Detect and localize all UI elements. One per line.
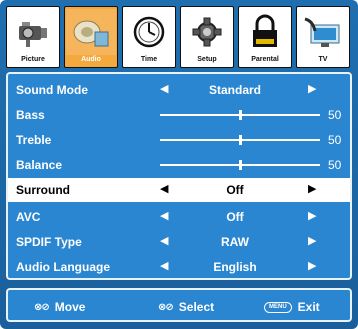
menu-row-bass[interactable]: Bass 50: [8, 103, 350, 127]
menu-row-label: Audio Language: [16, 260, 110, 274]
menu-row-label: Surround: [16, 183, 70, 197]
hint-select-label: Select: [178, 300, 215, 314]
arrow-left-icon[interactable]: ◀: [160, 209, 168, 222]
arrow-right-icon[interactable]: ▶: [308, 234, 316, 247]
tab-label: TV: [318, 56, 328, 63]
tab-audio[interactable]: Audio: [64, 6, 118, 68]
tab-label: Time: [140, 56, 158, 63]
menu-row-audio-language[interactable]: Audio Language ◀ English ▶: [8, 255, 350, 279]
arrow-left-icon[interactable]: ◀: [160, 234, 168, 247]
tab-label: Audio: [81, 56, 101, 63]
hint-move: ⊗⊘ Move: [34, 300, 85, 314]
tab-tv[interactable]: TV: [296, 6, 350, 68]
tv-osd-frame: Picture Audio Time Setup Parental TV Sou…: [0, 0, 358, 329]
arrow-left-icon[interactable]: ◀: [160, 259, 168, 272]
menu-row-value: 50: [328, 108, 342, 122]
slider-thumb[interactable]: [239, 160, 242, 170]
gear-icon: [182, 9, 232, 55]
menu-row-label: Treble: [16, 133, 52, 147]
hint-exit: MENU Exit: [264, 300, 320, 314]
slider-thumb[interactable]: [239, 135, 242, 145]
slider-thumb[interactable]: [239, 110, 242, 120]
menu-key-icon: MENU: [264, 301, 292, 313]
arrow-right-icon[interactable]: ▶: [308, 182, 316, 195]
hint-exit-label: Exit: [297, 300, 320, 314]
menu-row-label: Sound Mode: [16, 83, 88, 97]
tab-label: Setup: [197, 56, 217, 63]
tab-parental[interactable]: Parental: [238, 6, 292, 68]
tab-picture[interactable]: Picture: [6, 6, 60, 68]
arrow-right-icon[interactable]: ▶: [308, 259, 316, 272]
satellite-dish-icon: [298, 9, 348, 55]
menu-row-value: 50: [328, 158, 342, 172]
up-down-icon: ⊗⊘: [34, 301, 50, 313]
menu-row-sound-mode[interactable]: Sound Mode ◀ Standard ▶: [8, 78, 350, 102]
menu-row-value: 50: [328, 133, 342, 147]
menu-row-value: RAW: [221, 235, 249, 249]
tab-label: Parental: [251, 56, 279, 63]
key-hint-bar: ⊗⊘ Move ⊗⊘ Select MENU Exit: [6, 288, 352, 322]
tab-label: Picture: [21, 56, 45, 63]
speaker-icon: [66, 9, 116, 55]
arrow-left-icon[interactable]: ◀: [160, 82, 168, 95]
lock-icon: [240, 9, 290, 55]
hint-move-label: Move: [54, 300, 86, 314]
audio-settings-panel: Sound Mode ◀ Standard ▶ Bass 50 Treble 5…: [6, 72, 352, 280]
clock-icon: [124, 9, 174, 55]
menu-row-spdif-type[interactable]: SPDIF Type ◀ RAW ▶: [8, 230, 350, 254]
menu-row-avc[interactable]: AVC ◀ Off ▶: [8, 205, 350, 229]
left-right-icon: ⊗⊘: [158, 301, 174, 313]
menu-row-value: Off: [226, 210, 244, 224]
menu-row-label: SPDIF Type: [16, 235, 82, 249]
hint-select: ⊗⊘ Select: [158, 300, 214, 314]
arrow-right-icon[interactable]: ▶: [308, 82, 316, 95]
arrow-right-icon[interactable]: ▶: [308, 209, 316, 222]
tab-time[interactable]: Time: [122, 6, 176, 68]
menu-row-label: Balance: [16, 158, 63, 172]
menu-row-treble[interactable]: Treble 50: [8, 128, 350, 152]
menu-row-value: Standard: [208, 83, 261, 97]
menu-row-value: English: [213, 260, 257, 274]
menu-row-surround[interactable]: Surround ◀ Off ▶: [8, 178, 350, 202]
menu-row-label: AVC: [16, 210, 41, 224]
menu-row-label: Bass: [16, 108, 45, 122]
arrow-left-icon[interactable]: ◀: [160, 182, 168, 195]
tab-setup[interactable]: Setup: [180, 6, 234, 68]
menu-row-value: Off: [226, 183, 244, 197]
menu-tabs: Picture Audio Time Setup Parental TV: [6, 6, 352, 68]
menu-row-balance[interactable]: Balance 50: [8, 153, 350, 177]
camera-icon: [8, 9, 58, 55]
